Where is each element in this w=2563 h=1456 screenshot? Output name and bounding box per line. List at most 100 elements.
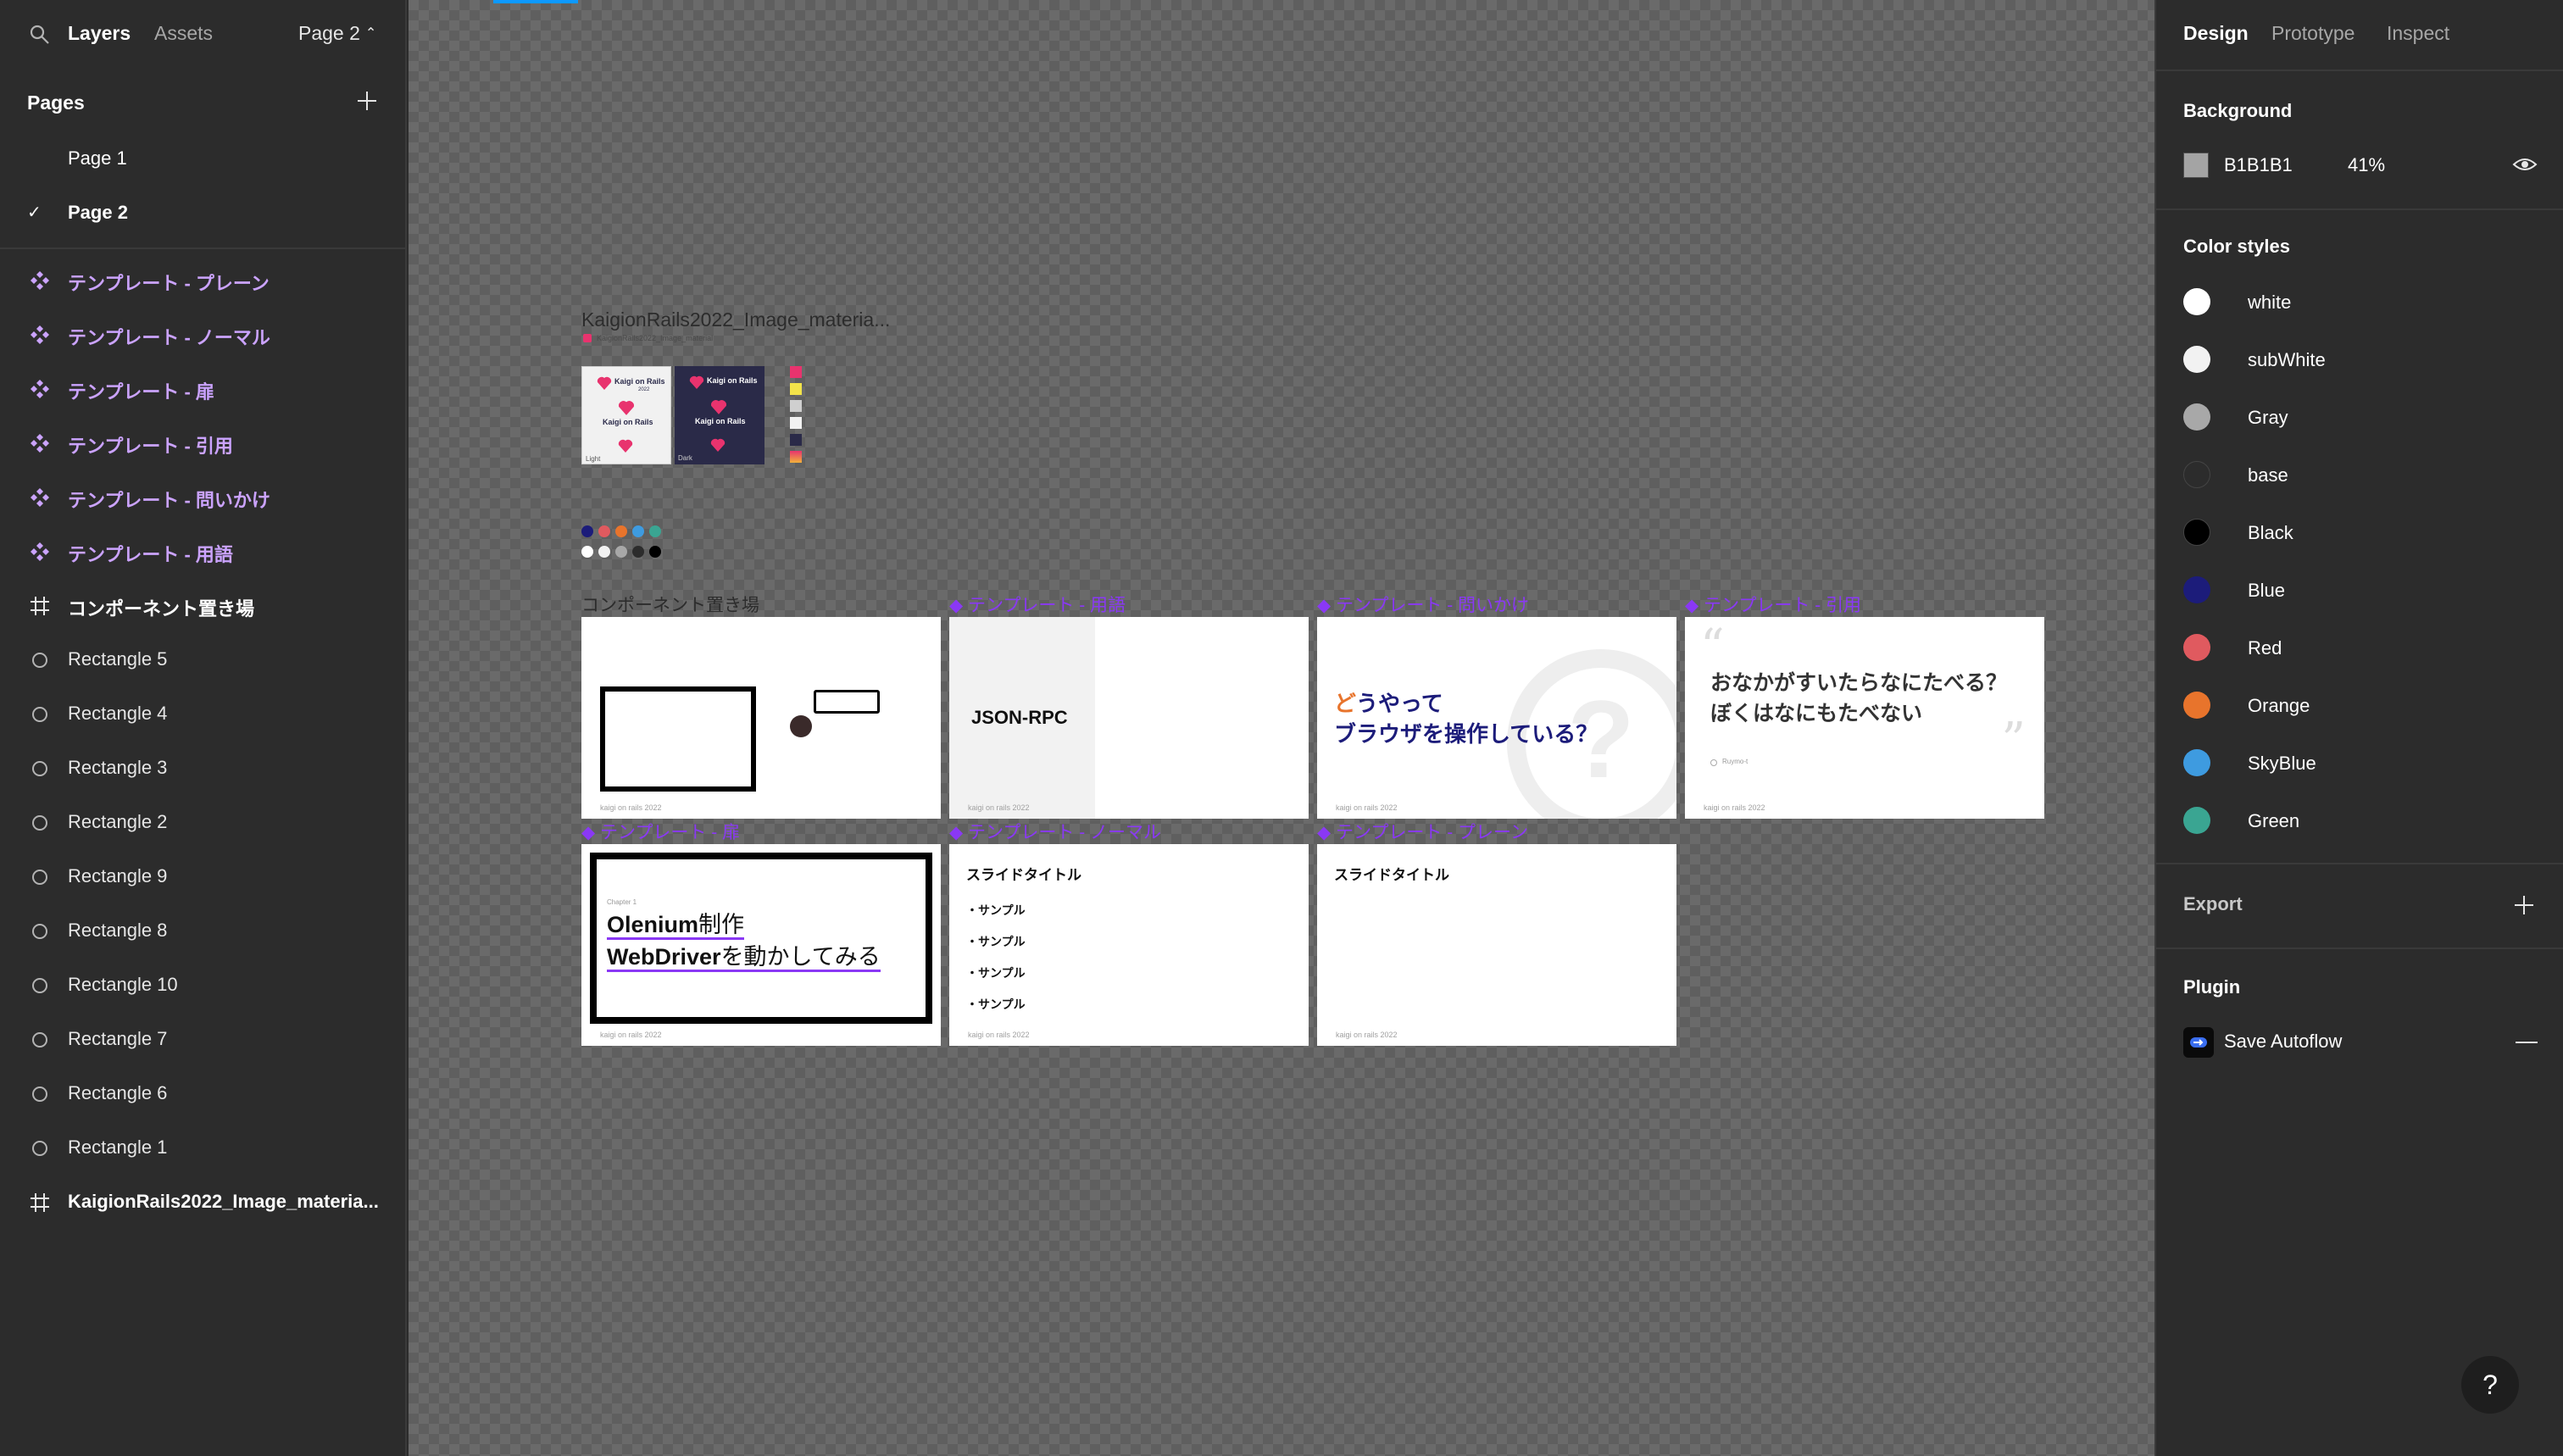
slide-footer: kaigi on rails 2022 <box>1704 803 1765 812</box>
add-page-icon[interactable] <box>354 88 380 114</box>
frame-icon <box>31 597 49 615</box>
tab-inspect[interactable]: Inspect <box>2387 22 2449 45</box>
pages-heading: Pages <box>27 92 85 114</box>
layer-item[interactable]: Rectangle 1 <box>0 1120 407 1175</box>
ellipse-icon <box>32 1032 47 1048</box>
slide-footer: kaigi on rails 2022 <box>968 1031 1030 1039</box>
layer-item[interactable]: Rectangle 6 <box>0 1066 407 1120</box>
frame-label-template-term[interactable]: ◆ テンプレート - 用語 <box>949 592 1126 617</box>
ellipse-icon <box>32 761 47 776</box>
color-style-swatch <box>2183 692 2210 719</box>
layer-item[interactable]: Rectangle 2 <box>0 795 407 849</box>
color-style-swatch <box>2183 519 2210 546</box>
color-style-item[interactable]: base <box>2183 458 2539 492</box>
layer-item-label: テンプレート - 問いかけ <box>68 490 270 511</box>
eye-icon[interactable] <box>2512 154 2538 175</box>
question-first-char: ど <box>1334 691 1357 716</box>
layer-item[interactable]: テンプレート - 用語 <box>0 524 407 578</box>
tab-assets[interactable]: Assets <box>154 22 213 45</box>
layer-item[interactable]: Rectangle 4 <box>0 686 407 741</box>
color-style-item[interactable]: subWhite <box>2183 342 2539 376</box>
color-style-item[interactable]: Black <box>2183 515 2539 549</box>
slide-template-normal[interactable]: スライドタイトル ・サンプル ・サンプル ・サンプル ・サンプル kaigi o… <box>949 844 1309 1046</box>
color-style-item[interactable]: Red <box>2183 631 2539 664</box>
frame-label-template-question[interactable]: ◆ テンプレート - 問いかけ <box>1317 592 1529 617</box>
color-style-item[interactable]: Orange <box>2183 688 2539 722</box>
swatch-dot <box>581 525 593 537</box>
left-panel-header: Layers Assets Page 2 ⌃ <box>0 0 407 71</box>
frame-label-template-door[interactable]: ◆ テンプレート - 扉 <box>581 819 740 844</box>
color-style-label: Green <box>2248 810 2300 831</box>
page-selector[interactable]: Page 2 ⌃ <box>298 22 376 45</box>
question-line-2: ブラウザを操作している？ <box>1334 721 1598 747</box>
page-item-label: Page 2 <box>68 202 128 223</box>
page-item-label: Page 1 <box>68 147 127 169</box>
layer-item[interactable]: Rectangle 5 <box>0 632 407 686</box>
speech-bubble[interactable] <box>814 690 880 714</box>
component-icon <box>31 542 49 561</box>
tab-prototype[interactable]: Prototype <box>2271 22 2355 45</box>
layer-item[interactable]: Rectangle 3 <box>0 741 407 795</box>
layers-panel: Layers Assets Page 2 ⌃ Pages Page 1 ✓ Pag… <box>0 0 407 1456</box>
color-style-item[interactable]: Blue <box>2183 573 2539 607</box>
search-icon[interactable] <box>29 24 51 46</box>
door-line-1-a: Olenium <box>607 912 699 937</box>
design-canvas[interactable]: KaigionRails2022_Image_materia... Kaigio… <box>409 0 2154 1456</box>
color-style-swatch <box>2183 288 2210 315</box>
tab-layers[interactable]: Layers <box>68 22 131 45</box>
layer-item[interactable]: テンプレート - ノーマル <box>0 307 407 361</box>
page-selector-label: Page 2 <box>298 22 360 44</box>
add-export-icon[interactable] <box>2512 893 2536 917</box>
layer-item[interactable]: Rectangle 10 <box>0 958 407 1012</box>
frame-label-template-plain[interactable]: ◆ テンプレート - プレーン <box>1317 819 1528 844</box>
color-style-item[interactable]: Gray <box>2183 400 2539 434</box>
page-item-page-2[interactable]: ✓ Page 2 <box>0 188 407 237</box>
background-color-swatch[interactable] <box>2183 153 2209 178</box>
slide-template-door[interactable]: Chapter 1 Olenium制作 WebDriverを動かしてみる kai… <box>581 844 941 1046</box>
background-opacity-input[interactable]: 41% <box>2348 154 2385 176</box>
door-line-2-b: を動かしてみる <box>720 944 881 970</box>
layer-item-label: Rectangle 10 <box>68 974 178 995</box>
layer-item[interactable]: テンプレート - 引用 <box>0 415 407 470</box>
slide-template-plain[interactable]: スライドタイトル kaigi on rails 2022 <box>1317 844 1676 1046</box>
layer-item[interactable]: コンポーネント置き場 <box>0 578 407 632</box>
bullet-item: ・サンプル <box>966 966 1026 980</box>
logo-card-light[interactable]: Kaigi on Rails 2022 Kaigi on Rails Light <box>581 366 671 464</box>
color-style-item[interactable]: SkyBlue <box>2183 746 2539 780</box>
slide-template-question[interactable]: ? どうやって ブラウザを操作している？ kaigi on rails 2022 <box>1317 617 1676 819</box>
layer-item-label: Rectangle 1 <box>68 1136 168 1158</box>
slide-template-term[interactable]: JSON-RPC kaigi on rails 2022 <box>949 617 1309 819</box>
rectangle-box[interactable] <box>600 686 756 792</box>
frame-label-components[interactable]: コンポーネント置き場 <box>581 592 759 617</box>
color-style-label: SkyBlue <box>2248 753 2316 774</box>
layer-item[interactable]: Rectangle 7 <box>0 1012 407 1066</box>
frame-label-template-normal[interactable]: ◆ テンプレート - ノーマル <box>949 819 1161 844</box>
heart-logo-icon <box>597 376 612 390</box>
page-item-page-1[interactable]: Page 1 <box>0 134 407 183</box>
avatar[interactable] <box>790 715 812 737</box>
logo-card-dark[interactable]: Kaigi on Rails Kaigi on Rails Dark <box>675 366 764 464</box>
help-button[interactable]: ? <box>2461 1356 2519 1414</box>
layer-item[interactable]: テンプレート - 扉 <box>0 361 407 415</box>
tab-design[interactable]: Design <box>2183 22 2249 45</box>
swatch-dot <box>632 525 644 537</box>
layer-item-label: Rectangle 4 <box>68 703 168 724</box>
layer-item[interactable]: Rectangle 9 <box>0 849 407 903</box>
components-frame[interactable]: kaigi on rails 2022 <box>581 617 941 819</box>
frame-label-image-material[interactable]: KaigionRails2022_Image_materia... <box>581 308 890 331</box>
frame-label-template-quote[interactable]: ◆ テンプレート - 引用 <box>1685 592 1861 617</box>
layer-item[interactable]: KaigionRails2022_Image_materia... <box>0 1175 407 1229</box>
layer-item[interactable]: テンプレート - プレーン <box>0 253 407 307</box>
color-style-item[interactable]: Green <box>2183 803 2539 837</box>
layer-item[interactable]: テンプレート - 問いかけ <box>0 470 407 524</box>
plugin-name[interactable]: Save Autoflow <box>2224 1031 2342 1053</box>
color-style-item[interactable]: white <box>2183 285 2539 319</box>
frame-label-text: テンプレート - 扉 <box>599 823 741 842</box>
logo-card-caption: Dark <box>678 454 692 462</box>
slide-template-quote[interactable]: “ ” おなかがすいたらなにたべる？ ぼくはなにもたべない Ruymo-t ka… <box>1685 617 2044 819</box>
layer-item[interactable]: Rectangle 8 <box>0 903 407 958</box>
background-hex-input[interactable]: B1B1B1 <box>2224 154 2293 176</box>
remove-plugin-icon[interactable] <box>2516 1042 2538 1043</box>
layer-item-label: Rectangle 7 <box>68 1028 168 1049</box>
color-chip <box>790 400 802 412</box>
